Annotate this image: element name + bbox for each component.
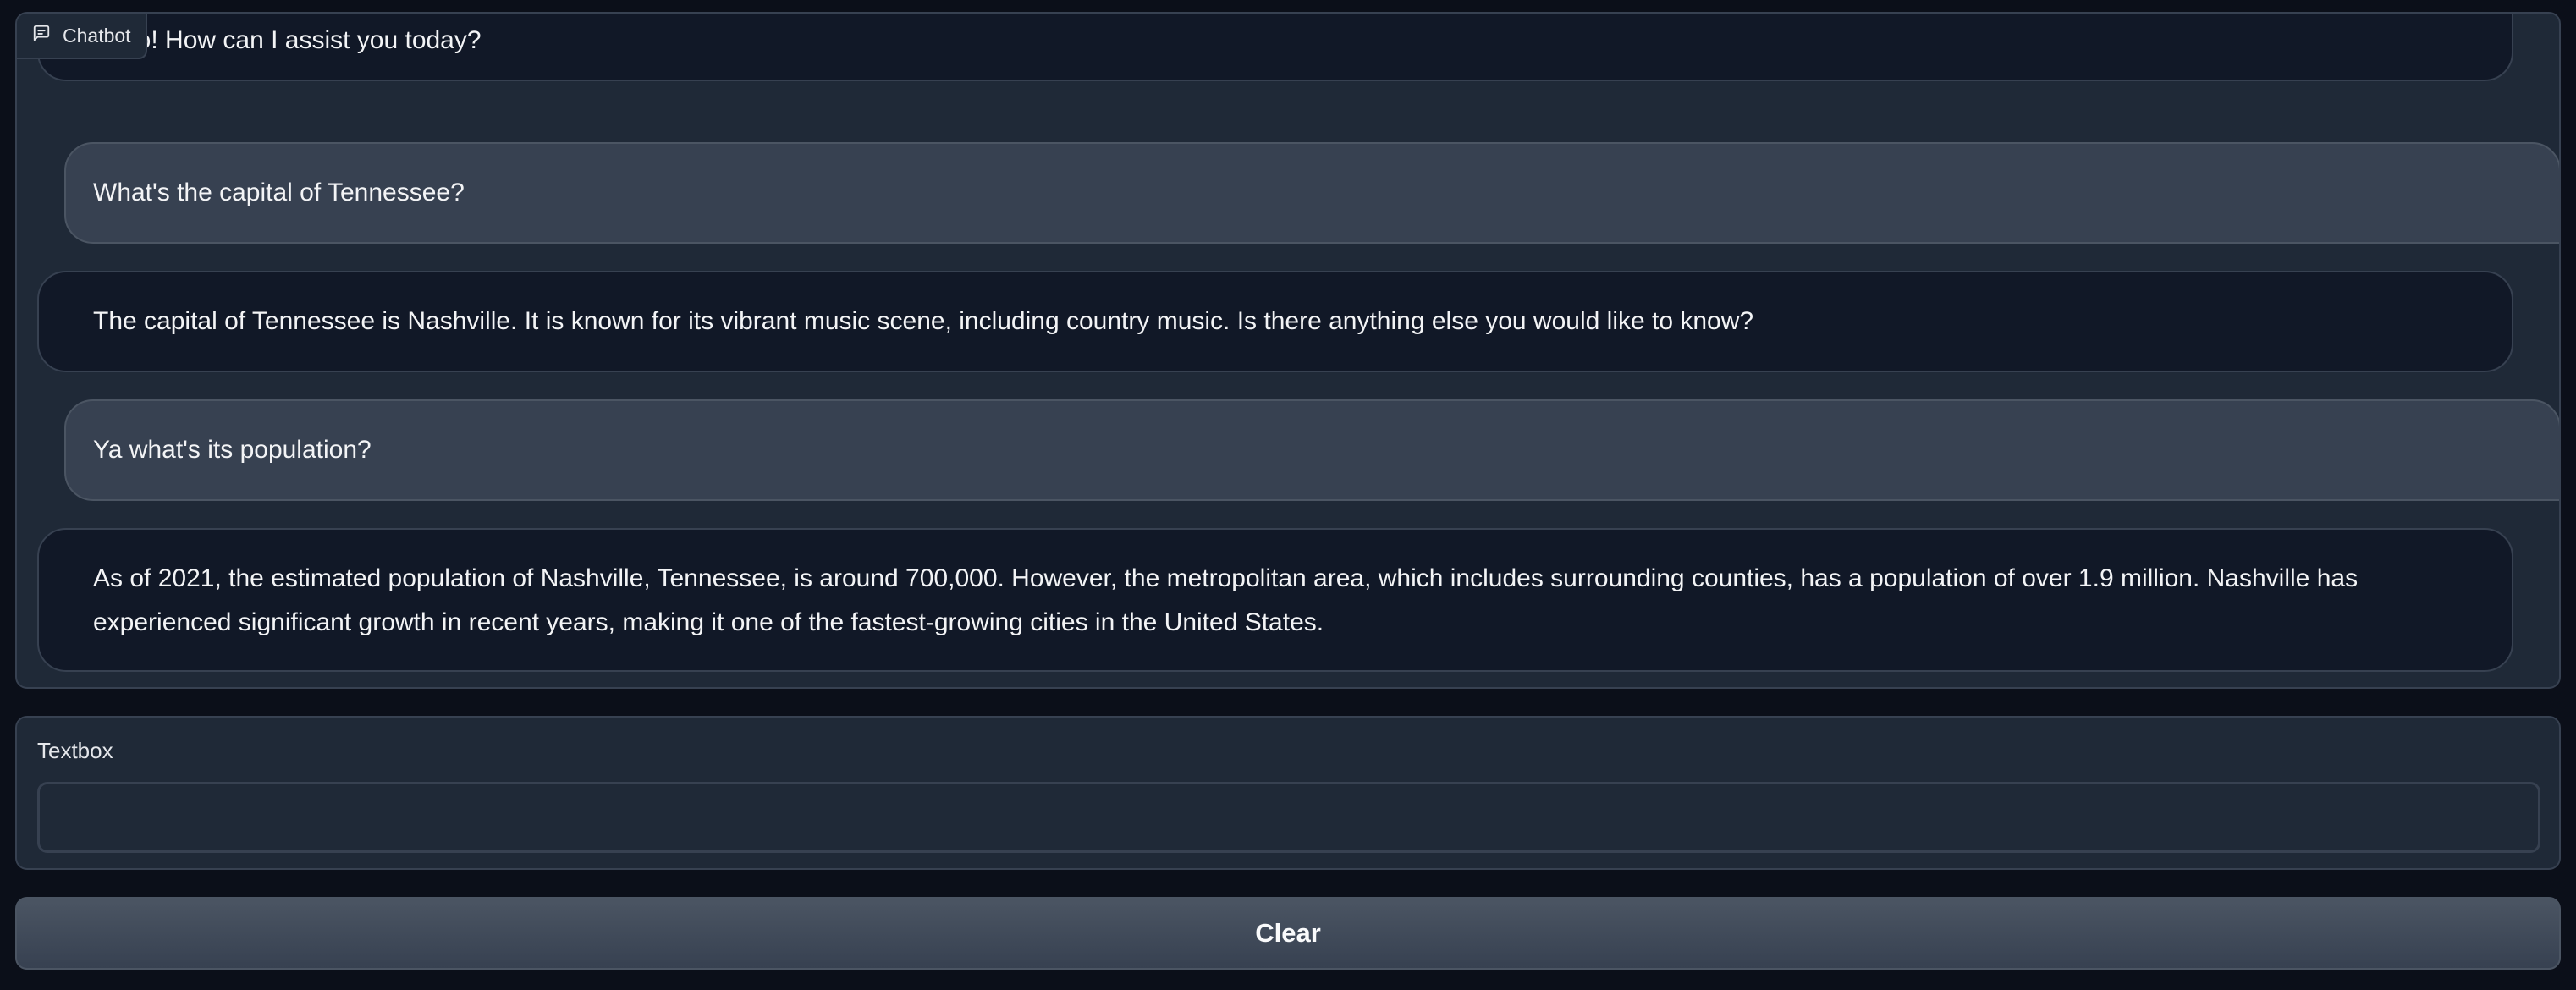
message-text: As of 2021, the estimated population of … <box>93 564 2359 636</box>
bot-message: The capital of Tennessee is Nashville. I… <box>37 271 2513 372</box>
message-text: What's the capital of Tennessee? <box>93 179 465 206</box>
message-text: Ya what's its population? <box>93 436 372 464</box>
message-input[interactable] <box>37 782 2540 853</box>
chatbot-label: Chatbot <box>17 14 147 59</box>
clear-button[interactable]: Clear <box>15 897 2561 970</box>
message-text: The capital of Tennessee is Nashville. I… <box>93 307 1754 335</box>
textbox-panel: Textbox <box>15 716 2561 870</box>
chatbot-label-text: Chatbot <box>63 24 131 47</box>
chatbot-panel[interactable]: Chatbot Hello! How can I assist you toda… <box>15 12 2561 689</box>
bot-message: Hello! How can I assist you today? <box>37 14 2513 81</box>
user-message: Ya what's its population? <box>64 399 2559 501</box>
message-text: Hello! How can I assist you today? <box>93 26 482 54</box>
user-message: What's the capital of Tennessee? <box>64 142 2559 244</box>
chat-bubble-icon <box>32 24 51 47</box>
textbox-label: Textbox <box>37 738 113 763</box>
bot-message: As of 2021, the estimated population of … <box>37 528 2513 672</box>
